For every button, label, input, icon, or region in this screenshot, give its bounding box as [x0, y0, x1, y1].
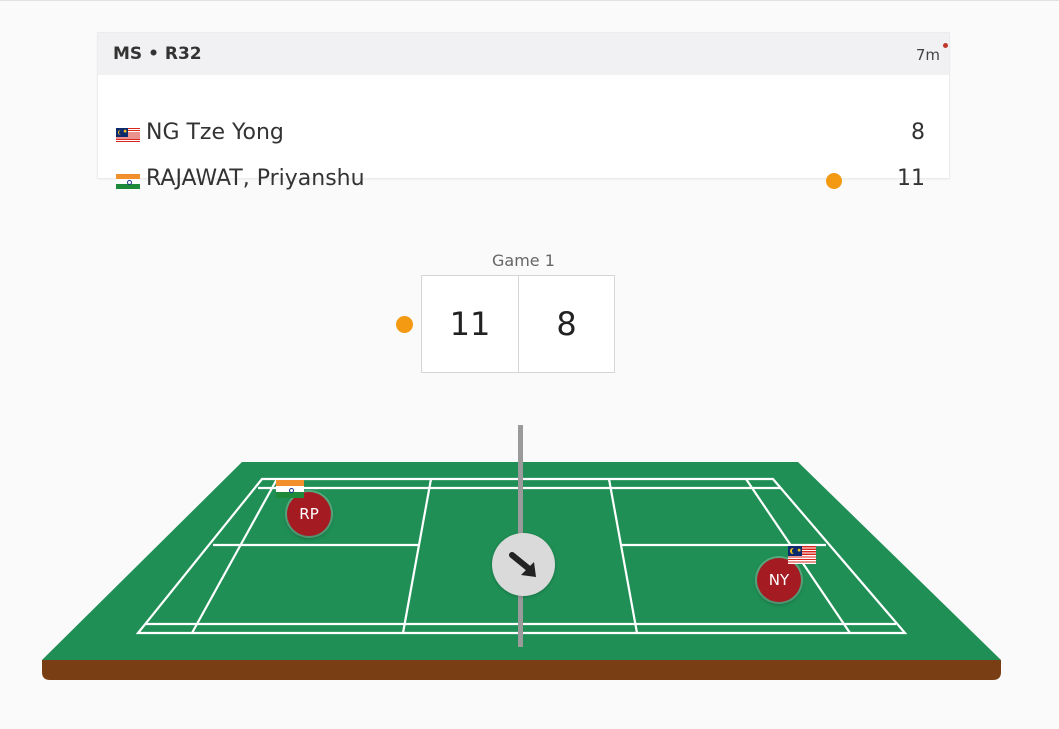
shuttle-direction-button[interactable]: [492, 533, 555, 596]
badminton-court: [42, 425, 1001, 680]
player-marker-left[interactable]: RP: [287, 492, 331, 536]
player-marker-right[interactable]: NY: [757, 558, 801, 602]
malaysia-flag-icon: ✸: [788, 546, 816, 564]
shuttle-direction-arrow-icon: [508, 551, 536, 577]
court-base: [42, 660, 1001, 680]
india-flag-icon: [276, 480, 304, 498]
